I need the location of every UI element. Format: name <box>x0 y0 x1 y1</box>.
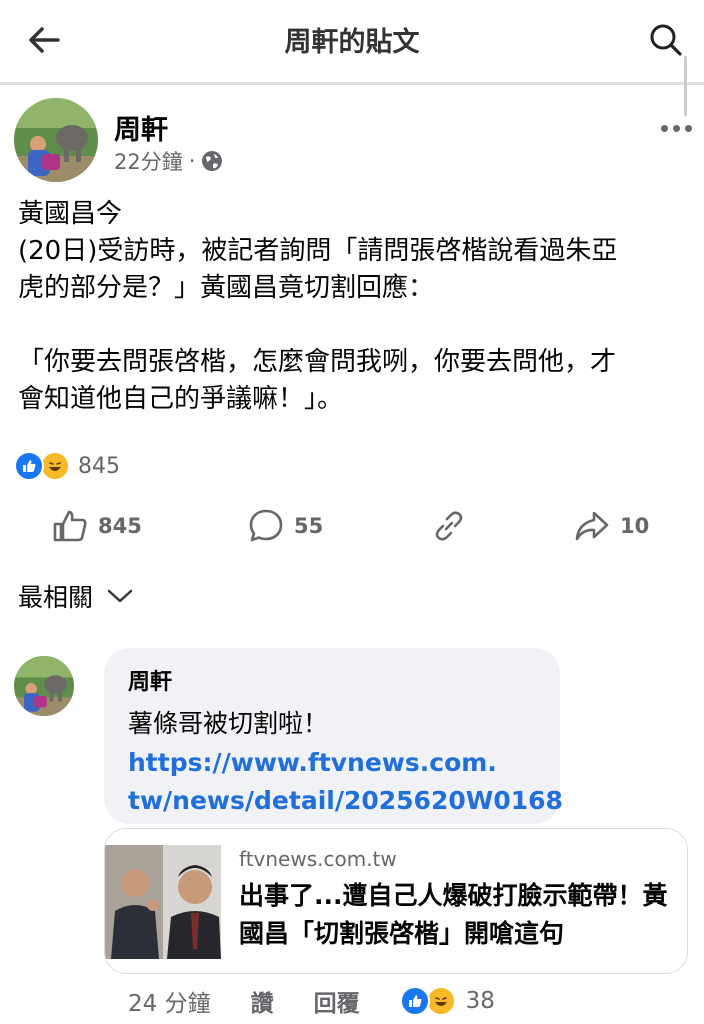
comment-reaction-count: 38 <box>465 988 495 1014</box>
share-count: 10 <box>620 514 650 538</box>
comment-reactions[interactable]: 38 <box>399 986 495 1016</box>
like-button[interactable]: 845 <box>52 500 142 552</box>
more-icon-dot-2 <box>672 124 680 132</box>
haha-reaction-icon <box>425 986 456 1016</box>
comment-icon <box>249 509 283 542</box>
post-author-name[interactable]: 周軒 <box>114 108 168 147</box>
page-title: 周軒的貼文 <box>284 27 420 58</box>
comment-footer: 24 分鐘 讚 回覆 38 <box>128 984 495 1018</box>
reaction-summary[interactable]: 845 <box>14 450 120 482</box>
comment-link-line-1[interactable]: https://www.ftvnews.com. <box>128 744 536 782</box>
more-icon-dot-3 <box>684 124 692 132</box>
comment-text: 薯條哥被切割啦！ <box>128 709 329 738</box>
like-icon <box>53 510 87 542</box>
like-reaction-icon <box>399 986 430 1016</box>
link-icon <box>435 511 463 541</box>
like-count: 845 <box>98 514 142 538</box>
comment-bubble: 周軒 薯條哥被切割啦！ https://www.ftvnews.com. tw/… <box>104 648 563 824</box>
post-meta: 22分鐘 · <box>114 146 223 176</box>
share-icon <box>575 511 609 541</box>
header-divider <box>0 82 704 85</box>
link-preview-thumbnail <box>105 845 221 959</box>
more-icon-dot-1 <box>660 124 668 132</box>
search-icon <box>650 24 682 56</box>
link-preview-title: 出事了...遭自己人爆破打臉示範帶！黃國昌「切割張啓楷」開嗆這句 <box>239 881 668 948</box>
link-preview-card[interactable]: ftvnews.com.tw 出事了...遭自己人爆破打臉示範帶！黃國昌「切割張… <box>104 828 688 974</box>
search-button[interactable] <box>642 16 690 64</box>
post-text: 黃國昌今 (20日)受訪時，被記者詢問「請問張啓楷說看過朱亞 虎的部分是？」黃國… <box>18 199 618 414</box>
sort-label: 最相關 <box>18 583 94 612</box>
post-time[interactable]: 22分鐘 <box>114 146 183 176</box>
meta-separator: · <box>188 149 196 173</box>
comment-reply-button[interactable]: 回覆 <box>314 984 360 1018</box>
comment-button[interactable]: 55 <box>248 500 323 552</box>
link-preview-domain: ftvnews.com.tw <box>239 847 397 871</box>
copy-link-button[interactable] <box>432 500 466 552</box>
chevron-down-icon <box>107 589 133 603</box>
comment-author[interactable]: 周軒 <box>128 664 536 696</box>
comment-sort-dropdown[interactable]: 最相關 <box>18 578 133 614</box>
commenter-avatar[interactable] <box>14 656 74 716</box>
like-reaction-icon <box>14 451 44 481</box>
share-button[interactable]: 10 <box>574 500 649 552</box>
top-bar: 周軒的貼文 <box>0 0 704 82</box>
post-header: 周軒 22分鐘 · <box>14 98 694 184</box>
post-action-bar: 845 55 10 <box>0 500 704 552</box>
comment-link[interactable]: https://www.ftvnews.com. tw/news/detail/… <box>128 744 563 820</box>
comment-count: 55 <box>294 514 324 538</box>
globe-icon <box>202 151 223 171</box>
reaction-count: 845 <box>78 453 120 479</box>
comment-link-line-2[interactable]: tw/news/detail/2025620W0168 <box>128 782 563 820</box>
comment-time[interactable]: 24 分鐘 <box>128 984 211 1018</box>
more-options-button[interactable] <box>656 116 696 140</box>
haha-reaction-icon <box>40 451 70 481</box>
author-avatar[interactable] <box>14 98 98 182</box>
comment-like-button[interactable]: 讚 <box>251 984 274 1018</box>
